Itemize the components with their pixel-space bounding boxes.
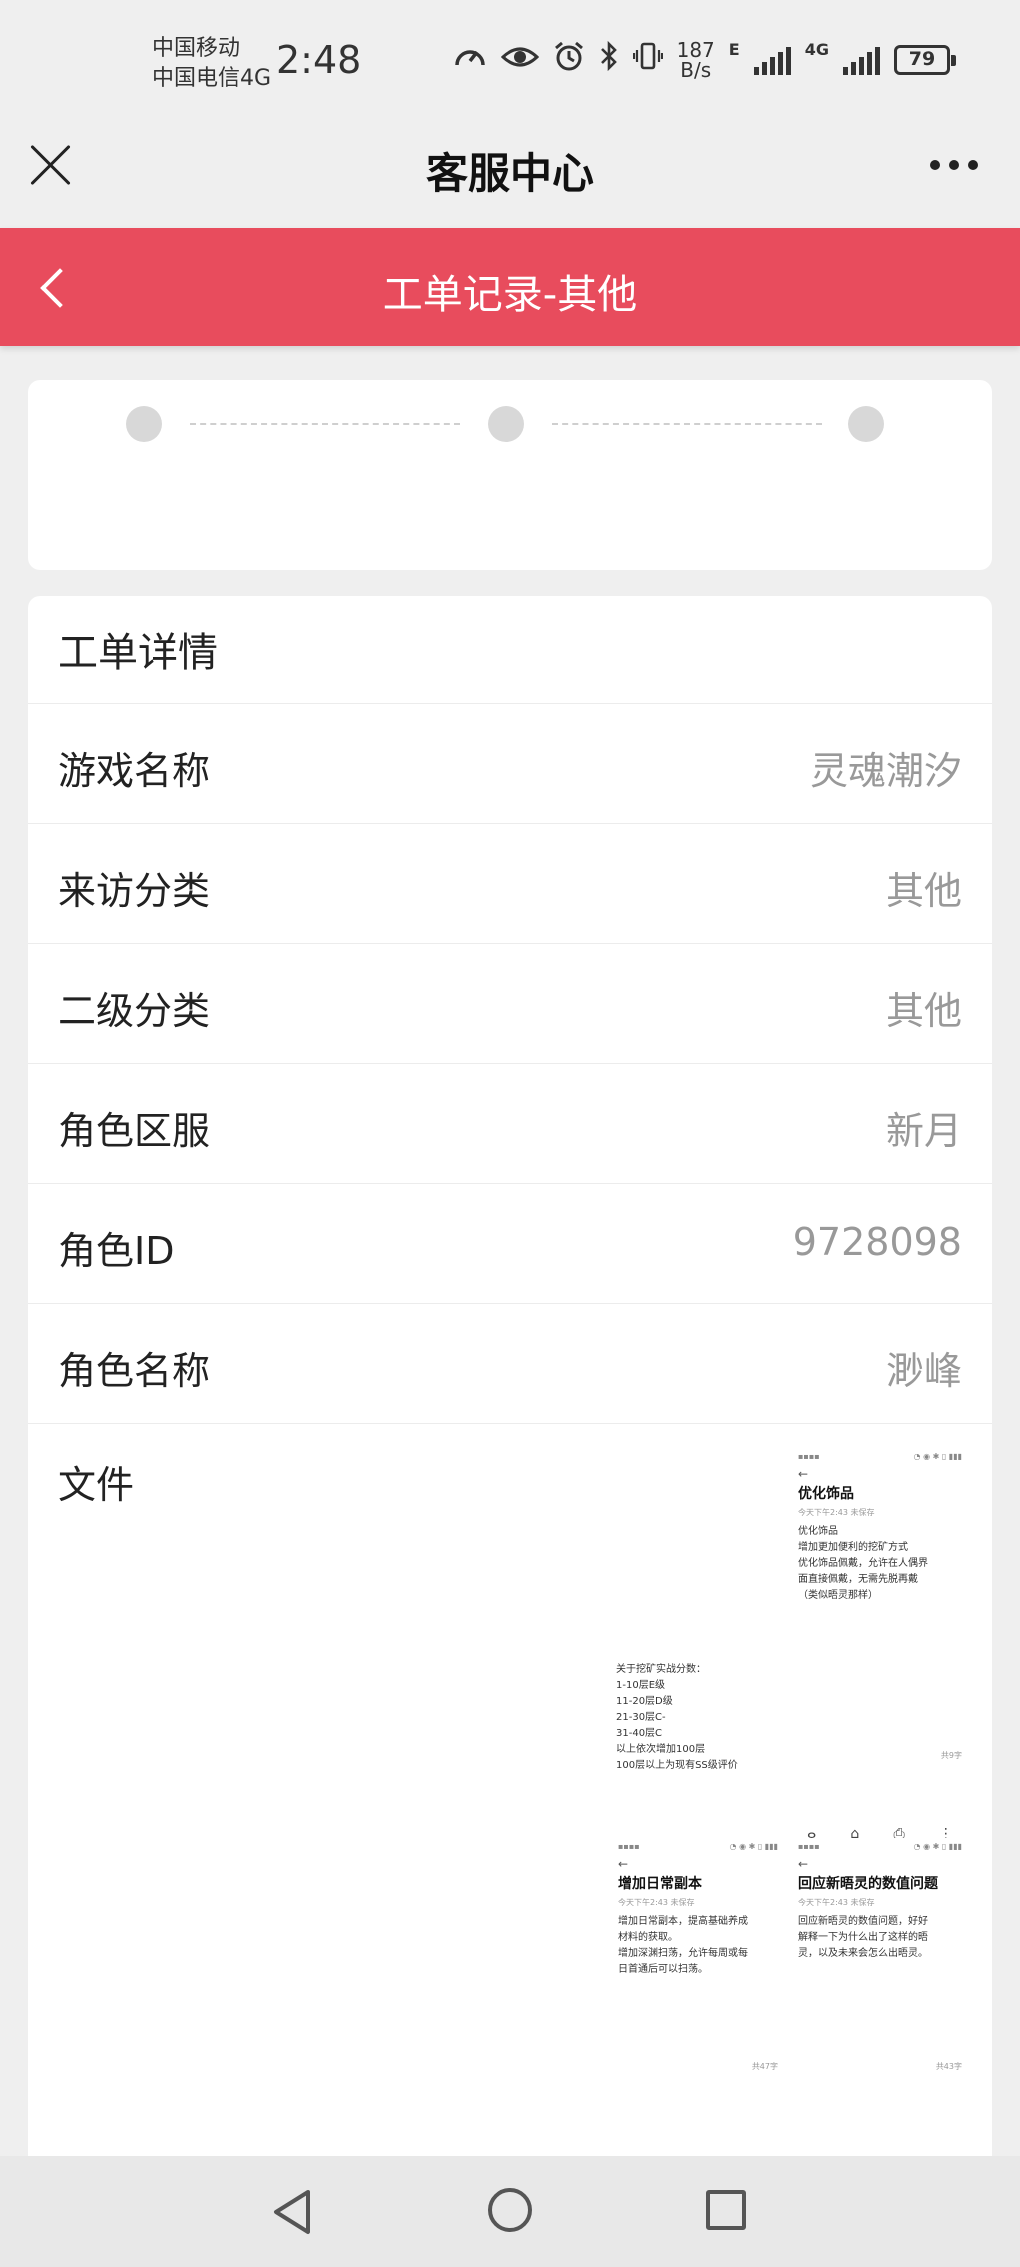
details-title: 工单详情 [58,630,218,676]
progress-step-1 [126,406,162,442]
divider [28,1423,992,1424]
status-icons: 187 B/s E 4G 79 [453,38,956,82]
nav-recent-apps-icon[interactable] [706,2190,746,2230]
network-type-2: 4G [804,40,829,59]
progress-step-2 [488,406,524,442]
nav-home-icon[interactable] [488,2188,532,2232]
attachment-thumbnail[interactable]: 关于挖矿实战分数： 1-10层E级 11-20层D级 21-30层C- 31-4… [610,1658,786,1848]
battery-icon: 79 [894,45,956,75]
detail-row-game-name: 游戏名称 灵魂潮汐 [28,703,992,823]
detail-label: 角色名称 [58,1349,211,1393]
status-bar: 中国移动 中国电信4G 2:48 187 B/s E 4G 79 [0,0,1020,124]
speedometer-icon [453,41,487,79]
detail-label: 游戏名称 [58,749,211,793]
signal-icon-2 [843,45,880,75]
attachment-thumbnail[interactable]: ▪▪▪▪ ◔ ◉ ✱ ▯ ▮▮▮ ← 回应新晤灵的数值问题 今天下午2:43 未保… [790,1838,970,2078]
detail-label: 来访分类 [58,869,211,913]
network-type-1: E [728,40,740,59]
alarm-icon [553,40,585,80]
progress-connector-2 [552,423,822,425]
progress-step-3 [848,406,884,442]
status-time: 2:48 [276,38,362,82]
ticket-header: 工单记录-其他 [0,228,1020,346]
detail-row-role-id: 角色ID 9728098 [28,1183,992,1303]
detail-row-server: 角色区服 新月 [28,1063,992,1183]
detail-value: 灵魂潮汐 [809,749,962,793]
carrier-2: 中国电信4G [152,66,272,91]
nav-back-icon[interactable] [270,2188,314,2236]
page-title: 客服中心 [425,149,594,198]
ticket-details-card: 工单详情 游戏名称 灵魂潮汐 来访分类 其他 二级分类 其他 角色区服 新月 角… [28,596,992,2156]
progress-steps [28,380,992,570]
attachment-thumbnail[interactable]: ▪▪▪▪ ◔ ◉ ✱ ▯ ▮▮▮ ← 优化饰品 今天下午2:43 未保存 优化饰品… [790,1448,970,1628]
system-nav-bar [0,2156,1020,2267]
detail-row-role-name: 角色名称 渺峰 [28,1303,992,1423]
detail-label: 角色区服 [58,1109,211,1153]
file-label: 文件 [58,1463,135,1507]
more-options-icon[interactable] [930,160,978,170]
detail-row-visit-category: 来访分类 其他 [28,823,992,943]
detail-value: 9728098 [792,1220,962,1264]
detail-row-sub-category: 二级分类 其他 [28,943,992,1063]
detail-value: 其他 [885,869,962,913]
detail-value: 其他 [885,989,962,1033]
bluetooth-icon [599,40,619,80]
detail-label: 角色ID [58,1229,175,1273]
vibrate-icon [632,41,663,79]
back-arrow-icon: ← [798,1857,809,1871]
carrier-info: 中国移动 中国电信4G [152,34,271,94]
ticket-header-title: 工单记录-其他 [382,272,638,318]
carrier-1: 中国移动 [152,36,241,61]
detail-value: 渺峰 [885,1349,962,1393]
detail-label: 二级分类 [58,989,211,1033]
detail-value: 新月 [885,1109,962,1153]
progress-connector-1 [190,423,460,425]
app-titlebar: 客服中心 [0,124,1020,228]
attachment-thumbnail[interactable]: ▪▪▪▪ ◔ ◉ ✱ ▯ ▮▮▮ ← 增加日常副本 今天下午2:43 未保存 增加… [610,1838,786,2078]
network-speed: 187 B/s [676,38,715,82]
signal-icon-1 [753,45,791,75]
eye-icon [500,43,539,78]
back-arrow-icon: ← [798,1467,809,1481]
back-arrow-icon: ← [618,1857,629,1871]
